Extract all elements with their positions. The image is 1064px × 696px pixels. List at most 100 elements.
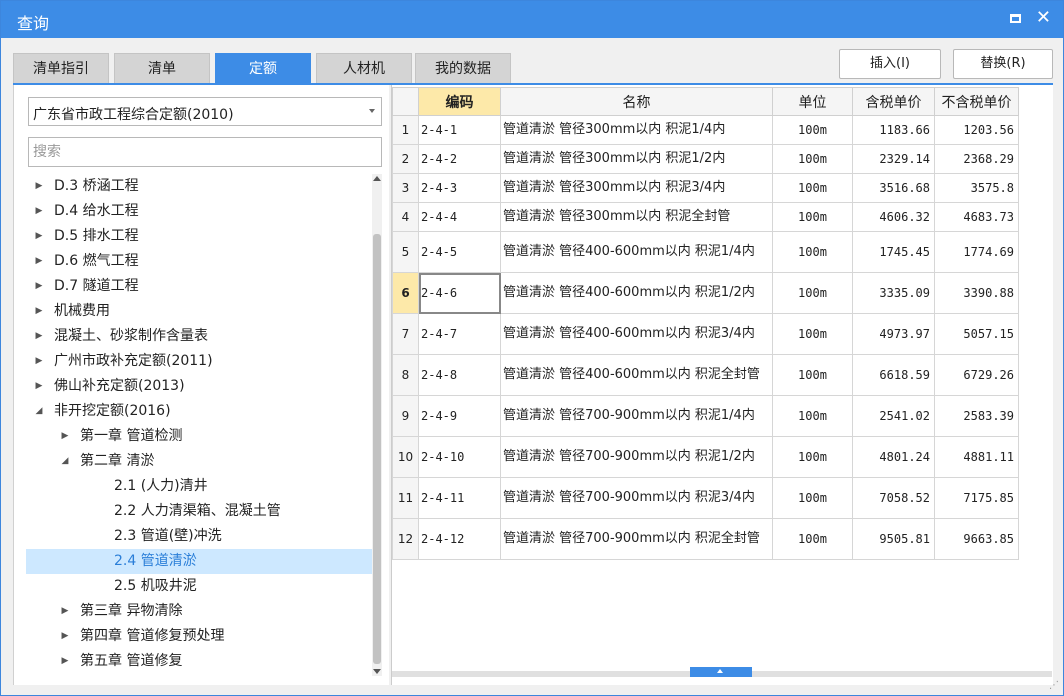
tree-node[interactable]: 2.3 管道(壁)冲洗 <box>26 524 372 549</box>
tree-node[interactable]: ▶ 机械费用 <box>26 299 372 324</box>
table-row[interactable]: 11 2-4-11 管道清淤 管径700-900mm以内 积泥3/4内 100m 705… <box>392 477 1019 519</box>
code-cell[interactable]: 2-4-4 <box>418 202 501 232</box>
name-cell[interactable]: 管道清淤 管径700-900mm以内 积泥全封管 <box>500 518 773 560</box>
unit-cell[interactable]: 100m <box>772 477 853 519</box>
row-index-cell[interactable]: 6 <box>392 272 419 314</box>
tax-price-cell[interactable]: 2329.14 <box>852 144 935 174</box>
collapse-arrow-icon[interactable]: ▶ <box>60 599 70 624</box>
tab-1[interactable]: 清单 <box>114 53 210 84</box>
notax-price-cell[interactable]: 1203.56 <box>934 115 1019 145</box>
title-bar[interactable]: 查询 ✕ <box>1 1 1063 38</box>
unit-cell[interactable]: 100m <box>772 272 853 314</box>
code-cell[interactable]: 2-4-10 <box>418 436 501 478</box>
tax-price-cell[interactable]: 6618.59 <box>852 354 935 396</box>
row-index-cell[interactable]: 5 <box>392 231 419 273</box>
maximize-icon[interactable] <box>1010 14 1021 23</box>
expand-arrow-icon[interactable]: ◢ <box>60 449 70 474</box>
code-cell[interactable]: 2-4-3 <box>418 173 501 203</box>
name-cell[interactable]: 管道清淤 管径700-900mm以内 积泥1/4内 <box>500 395 773 437</box>
tree-node[interactable]: 2.1 (人力)清井 <box>26 474 372 499</box>
tax-price-cell[interactable]: 3516.68 <box>852 173 935 203</box>
tree-node[interactable]: ▶ 第三章 异物清除 <box>26 599 372 624</box>
unit-cell[interactable]: 100m <box>772 144 853 174</box>
expand-arrow-icon[interactable]: ◢ <box>34 399 44 424</box>
insert-button[interactable]: 插入(I) <box>839 49 941 79</box>
code-cell[interactable]: 2-4-1 <box>418 115 501 145</box>
notax-price-cell[interactable]: 2583.39 <box>934 395 1019 437</box>
collapse-arrow-icon[interactable]: ▶ <box>34 249 44 274</box>
collapse-arrow-icon[interactable]: ▶ <box>60 424 70 449</box>
notax-price-cell[interactable]: 6729.26 <box>934 354 1019 396</box>
unit-cell[interactable]: 100m <box>772 313 853 355</box>
tree-node[interactable]: ▶ D.6 燃气工程 <box>26 249 372 274</box>
column-header-notax-price[interactable]: 不含税单价 <box>934 87 1019 116</box>
collapse-arrow-icon[interactable]: ▶ <box>34 349 44 374</box>
code-cell[interactable]: 2-4-12 <box>418 518 501 560</box>
row-index-cell[interactable]: 9 <box>392 395 419 437</box>
row-index-cell[interactable]: 7 <box>392 313 419 355</box>
tree-node[interactable]: ▶ 广州市政补充定额(2011) <box>26 349 372 374</box>
table-row[interactable]: 8 2-4-8 管道清淤 管径400-600mm以内 积泥全封管 100m 6618.5… <box>392 354 1019 396</box>
tree-node[interactable]: ▶ 第四章 管道修复预处理 <box>26 624 372 649</box>
name-cell[interactable]: 管道清淤 管径400-600mm以内 积泥1/4内 <box>500 231 773 273</box>
collapse-arrow-icon[interactable]: ▶ <box>34 324 44 349</box>
code-cell[interactable]: 2-4-2 <box>418 144 501 174</box>
notax-price-cell[interactable]: 4881.11 <box>934 436 1019 478</box>
collapse-arrow-icon[interactable]: ▶ <box>34 224 44 249</box>
collapse-arrow-icon[interactable]: ▶ <box>34 199 44 224</box>
code-cell[interactable]: 2-4-5 <box>418 231 501 273</box>
library-select[interactable]: 广东省市政工程综合定额(2010) <box>28 97 382 126</box>
table-row[interactable]: 1 2-4-1 管道清淤 管径300mm以内 积泥1/4内 100m 1183.66 12… <box>392 115 1019 145</box>
tree-node[interactable]: 2.5 机吸井泥 <box>26 574 372 599</box>
code-cell[interactable]: 2-4-8 <box>418 354 501 396</box>
tree-scrollbar[interactable] <box>372 174 382 676</box>
tax-price-cell[interactable]: 7058.52 <box>852 477 935 519</box>
name-cell[interactable]: 管道清淤 管径400-600mm以内 积泥3/4内 <box>500 313 773 355</box>
unit-cell[interactable]: 100m <box>772 173 853 203</box>
unit-cell[interactable]: 100m <box>772 518 853 560</box>
collapse-arrow-icon[interactable]: ▶ <box>60 624 70 649</box>
notax-price-cell[interactable]: 4683.73 <box>934 202 1019 232</box>
tax-price-cell[interactable]: 3335.09 <box>852 272 935 314</box>
tax-price-cell[interactable]: 9505.81 <box>852 518 935 560</box>
name-cell[interactable]: 管道清淤 管径400-600mm以内 积泥全封管 <box>500 354 773 396</box>
splitter-handle[interactable] <box>690 667 752 677</box>
name-cell[interactable]: 管道清淤 管径700-900mm以内 积泥1/2内 <box>500 436 773 478</box>
table-row[interactable]: 9 2-4-9 管道清淤 管径700-900mm以内 积泥1/4内 100m 2541.… <box>392 395 1019 437</box>
tree-node[interactable]: ▶ D.5 排水工程 <box>26 224 372 249</box>
notax-price-cell[interactable]: 3575.8 <box>934 173 1019 203</box>
row-index-cell[interactable]: 3 <box>392 173 419 203</box>
unit-cell[interactable]: 100m <box>772 436 853 478</box>
tree-node[interactable]: 2.2 人力清渠箱、混凝土管 <box>26 499 372 524</box>
name-cell[interactable]: 管道清淤 管径400-600mm以内 积泥1/2内 <box>500 272 773 314</box>
column-header-code[interactable]: 编码 <box>418 87 501 116</box>
replace-button[interactable]: 替换(R) <box>953 49 1053 79</box>
tree-node[interactable]: ▶ 第五章 管道修复 <box>26 649 372 674</box>
row-index-cell[interactable]: 12 <box>392 518 419 560</box>
tree-node[interactable]: ▶ 混凝土、砂浆制作含量表 <box>26 324 372 349</box>
tree-node[interactable]: ▶ 第一章 管道检测 <box>26 424 372 449</box>
collapse-arrow-icon[interactable]: ▶ <box>60 649 70 674</box>
column-header-name[interactable]: 名称 <box>500 87 773 116</box>
notax-price-cell[interactable]: 9663.85 <box>934 518 1019 560</box>
table-row[interactable]: 7 2-4-7 管道清淤 管径400-600mm以内 积泥3/4内 100m 4973.… <box>392 313 1019 355</box>
scroll-thumb[interactable] <box>373 234 381 664</box>
name-cell[interactable]: 管道清淤 管径700-900mm以内 积泥3/4内 <box>500 477 773 519</box>
tree-node[interactable]: ▶ D.3 桥涵工程 <box>26 174 372 199</box>
collapse-arrow-icon[interactable]: ▶ <box>34 374 44 399</box>
tax-price-cell[interactable]: 4606.32 <box>852 202 935 232</box>
row-index-cell[interactable]: 1 <box>392 115 419 145</box>
tree-node[interactable]: ▶ D.7 隧道工程 <box>26 274 372 299</box>
unit-cell[interactable]: 100m <box>772 202 853 232</box>
tree-node[interactable]: ◢ 第二章 清淤 <box>26 449 372 474</box>
unit-cell[interactable]: 100m <box>772 115 853 145</box>
unit-cell[interactable]: 100m <box>772 231 853 273</box>
grid-splitter[interactable] <box>392 667 1052 677</box>
tax-price-cell[interactable]: 2541.02 <box>852 395 935 437</box>
notax-price-cell[interactable]: 2368.29 <box>934 144 1019 174</box>
row-index-cell[interactable]: 10 <box>392 436 419 478</box>
table-row[interactable]: 2 2-4-2 管道清淤 管径300mm以内 积泥1/2内 100m 2329.14 23… <box>392 144 1019 174</box>
close-icon[interactable]: ✕ <box>1036 7 1051 29</box>
table-row[interactable]: 10 2-4-10 管道清淤 管径700-900mm以内 积泥1/2内 100m 480… <box>392 436 1019 478</box>
notax-price-cell[interactable]: 3390.88 <box>934 272 1019 314</box>
